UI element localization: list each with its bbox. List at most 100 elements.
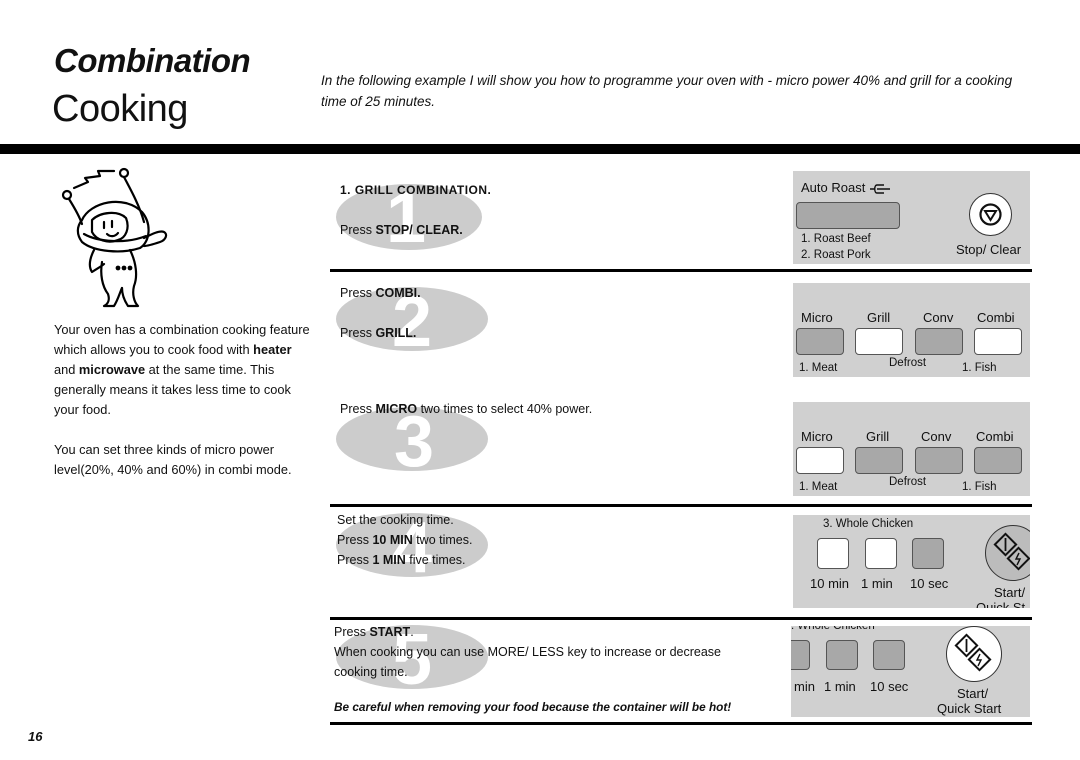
- grill-key[interactable]: [855, 447, 903, 474]
- micro-key[interactable]: [796, 447, 844, 474]
- time-panel-step5: . Whole Chicken min 1 min 10 sec Start/ …: [791, 626, 1030, 717]
- text-segment: Press: [337, 553, 373, 567]
- text-segment: five times.: [405, 553, 466, 567]
- combi-label: Combi: [976, 429, 1014, 444]
- ten-sec-label: 10 sec: [910, 576, 949, 591]
- auto-roast-key[interactable]: [796, 202, 900, 229]
- one-min-label: 1 min: [861, 576, 893, 591]
- key-name: MICRO: [375, 402, 418, 416]
- text-segment: two times to select 40% power.: [417, 402, 593, 416]
- page-number: 16: [28, 729, 43, 744]
- start-icon: [993, 532, 1030, 571]
- stop-clear-label: Stop/ Clear: [956, 242, 1022, 257]
- step-4-text: Set the cooking time. Press 10 MIN two t…: [337, 510, 472, 570]
- stop-icon: [979, 203, 1002, 226]
- text-segment: Press: [337, 533, 373, 547]
- step-5-line: cooking time.: [334, 665, 408, 679]
- mascot-illustration: [61, 167, 168, 308]
- ten-min-key[interactable]: [791, 640, 810, 670]
- text-segment: Press: [340, 402, 376, 416]
- intro-text: In the following example I will show you…: [321, 73, 1013, 109]
- text-segment: Press: [340, 286, 376, 300]
- grill-key[interactable]: [855, 328, 903, 355]
- step-4-line: Press 1 MIN five times.: [337, 550, 472, 570]
- one-min-key[interactable]: [865, 538, 897, 569]
- plug-icon: [869, 183, 890, 194]
- conv-label: Conv: [921, 429, 952, 444]
- one-min-label: 1 min: [824, 679, 856, 694]
- micro-key[interactable]: [796, 328, 844, 355]
- micro-label: Micro: [801, 310, 833, 325]
- combi-key[interactable]: [974, 447, 1022, 474]
- text-segment: two times.: [412, 533, 473, 547]
- conv-key[interactable]: [915, 328, 963, 355]
- step-3-line: Press MICRO two times to select 40% powe…: [340, 399, 592, 419]
- step-1-heading: 1. GRILL COMBINATION.: [340, 183, 492, 197]
- text-segment: Press: [334, 625, 370, 639]
- whole-chicken-label: . Whole Chicken: [791, 626, 875, 632]
- combi-label: Combi: [977, 310, 1015, 325]
- key-name: STOP/ CLEAR.: [375, 223, 463, 237]
- start-icon: [954, 633, 992, 672]
- roast-item-2: 2. Roast Pork: [801, 249, 871, 261]
- text-segment: .: [410, 625, 414, 639]
- conv-key[interactable]: [915, 447, 963, 474]
- auto-roast-label: Auto Roast: [801, 180, 891, 195]
- key-name: COMBI.: [375, 286, 421, 300]
- key-name: START: [369, 625, 411, 639]
- combi-key[interactable]: [974, 328, 1022, 355]
- step-4-line: Set the cooking time.: [337, 513, 454, 527]
- grill-label: Grill: [866, 429, 890, 444]
- ten-sec-key[interactable]: [912, 538, 944, 569]
- one-min-key[interactable]: [826, 640, 858, 670]
- start-label-1: Start/: [957, 686, 989, 701]
- auto-roast-text: Auto Roast: [801, 180, 866, 195]
- ten-min-label: min: [794, 679, 815, 694]
- step-5-line: When cooking you can use MORE/ LESS key …: [334, 645, 721, 659]
- auto-roast-panel: Auto Roast 1. Roast Beef 2. Roast Pork S…: [793, 171, 1030, 264]
- stop-clear-button[interactable]: [969, 193, 1012, 236]
- start-button[interactable]: [946, 626, 1002, 682]
- start-label-1: Start/: [994, 585, 1026, 600]
- start-button[interactable]: [985, 525, 1030, 581]
- page-subtitle: Cooking: [52, 88, 188, 130]
- description-paragraph-1: Your oven has a combination cooking feat…: [54, 320, 316, 420]
- conv-label: Conv: [923, 310, 954, 325]
- step-3-text: Press MICRO two times to select 40% powe…: [340, 399, 592, 419]
- ten-sec-label: 10 sec: [870, 679, 909, 694]
- fish-label: 1. Fish: [962, 481, 997, 493]
- sidebar-description: Your oven has a combination cooking feat…: [54, 320, 316, 500]
- step-2-text: Press COMBI. Press GRILL.: [340, 283, 421, 343]
- start-label-2: Quick Start: [937, 701, 1002, 716]
- safety-warning: Be careful when removing your food becau…: [334, 700, 732, 714]
- step-1-text: 1. GRILL COMBINATION. Press STOP/ CLEAR.: [340, 180, 491, 240]
- bold-microwave: microwave: [78, 362, 146, 377]
- ten-sec-key[interactable]: [873, 640, 905, 670]
- defrost-label: Defrost: [889, 357, 927, 369]
- header-divider: [0, 144, 1080, 154]
- grill-label: Grill: [867, 310, 891, 325]
- defrost-label: Defrost: [889, 476, 927, 488]
- ten-min-label: 10 min: [810, 576, 850, 591]
- key-name: 1 MIN: [372, 553, 406, 567]
- page-title: Combination: [54, 42, 251, 79]
- step-divider: [330, 617, 1032, 620]
- step-4-line: Press 10 MIN two times.: [337, 530, 472, 550]
- mode-panel-step2: Micro Grill Conv Combi 1. Meat Defrost 1…: [793, 283, 1030, 377]
- step-1-line: Press STOP/ CLEAR.: [340, 220, 491, 240]
- meat-label: 1. Meat: [799, 481, 838, 493]
- text-segment: Press: [340, 223, 376, 237]
- start-label-2: Quick St: [976, 600, 1026, 608]
- step-divider: [330, 722, 1032, 725]
- meat-label: 1. Meat: [799, 362, 838, 374]
- step-2-line: Press COMBI.: [340, 283, 421, 303]
- mode-panel-step3: Micro Grill Conv Combi 1. Meat Defrost 1…: [793, 402, 1030, 496]
- step-divider: [330, 269, 1032, 272]
- time-panel-step4: 3. Whole Chicken 10 min 1 min 10 sec Sta…: [793, 515, 1030, 608]
- step-2-line: Press GRILL.: [340, 323, 421, 343]
- ten-min-key[interactable]: [817, 538, 849, 569]
- key-name: 10 MIN: [372, 533, 413, 547]
- text-segment: Press: [340, 326, 376, 340]
- text-segment: and: [54, 362, 79, 377]
- description-paragraph-2: You can set three kinds of micro power l…: [54, 442, 292, 477]
